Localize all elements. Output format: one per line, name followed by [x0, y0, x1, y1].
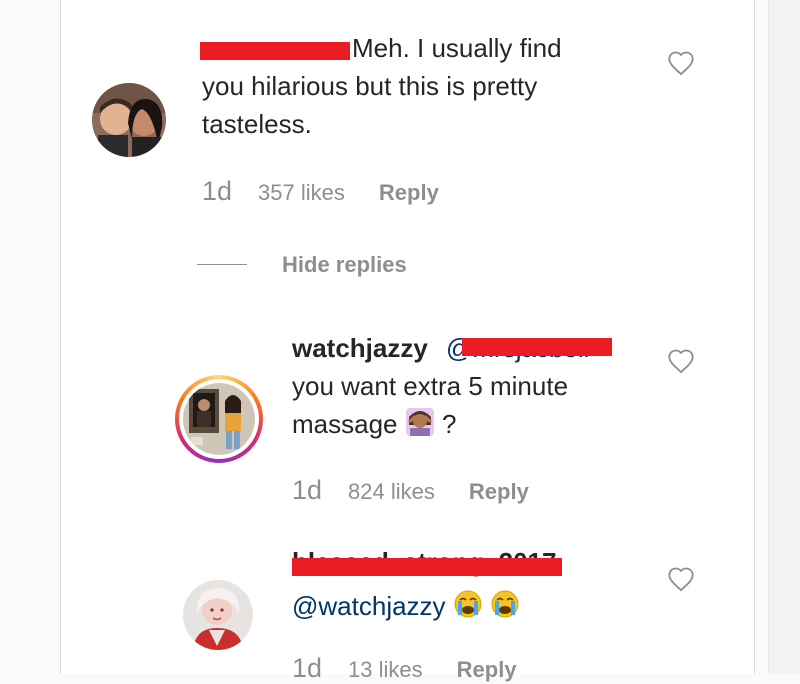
avatar[interactable] — [183, 580, 253, 650]
reply-text-word: massage — [292, 409, 398, 439]
reply-button[interactable]: Reply — [379, 180, 439, 206]
reply-username[interactable]: watchjazzy — [292, 329, 428, 367]
reply-likes[interactable]: 824 likes — [348, 479, 435, 505]
loudly-crying-face-emoji — [454, 590, 482, 618]
redacted-username — [292, 558, 562, 576]
avatar — [183, 383, 255, 455]
heart-icon[interactable] — [667, 348, 695, 374]
reply-time: 1d — [292, 475, 323, 505]
person-getting-massage-emoji — [405, 408, 434, 436]
comment-text-line-2: you hilarious but this is pretty — [202, 71, 538, 101]
reply-text: @watchjazzy — [292, 587, 520, 625]
loudly-crying-face-emoji — [491, 590, 519, 618]
reply-time: 1d — [292, 653, 323, 683]
heart-icon[interactable] — [667, 566, 695, 592]
divider-line — [197, 264, 247, 265]
heart-icon[interactable] — [667, 50, 695, 76]
redacted-mention — [462, 338, 612, 356]
reply-likes[interactable]: 13 likes — [348, 657, 423, 683]
scroll-gutter[interactable] — [768, 0, 800, 674]
reply-button[interactable]: Reply — [457, 657, 517, 683]
reply-button[interactable]: Reply — [469, 479, 529, 505]
avatar-photo — [183, 383, 255, 455]
comment-text-line-3: tasteless. — [202, 109, 312, 139]
comment-text-line-1: Meh. I usually find — [352, 33, 562, 63]
story-ring-avatar[interactable] — [175, 375, 263, 463]
avatar-photo — [92, 83, 166, 157]
reply-text-line-2: massage ? — [292, 405, 456, 443]
reply-text-suffix: ? — [441, 409, 457, 439]
comment-username[interactable]: mrsjacbell — [200, 29, 350, 67]
comment-meta: 1d 357 likes Reply — [202, 176, 439, 207]
reply-text-line-1: you want extra 5 minute — [292, 371, 569, 401]
reply-meta: 1d 824 likes Reply — [292, 475, 529, 506]
comment-time: 1d — [202, 176, 233, 206]
reply-mention[interactable]: @watchjazzy — [292, 591, 446, 621]
reply-meta: 1d 13 likes Reply — [292, 653, 517, 684]
avatar-photo — [183, 580, 253, 650]
hide-replies-button[interactable]: Hide replies — [282, 252, 407, 278]
comment-likes[interactable]: 357 likes — [258, 180, 345, 206]
avatar[interactable] — [92, 83, 166, 157]
